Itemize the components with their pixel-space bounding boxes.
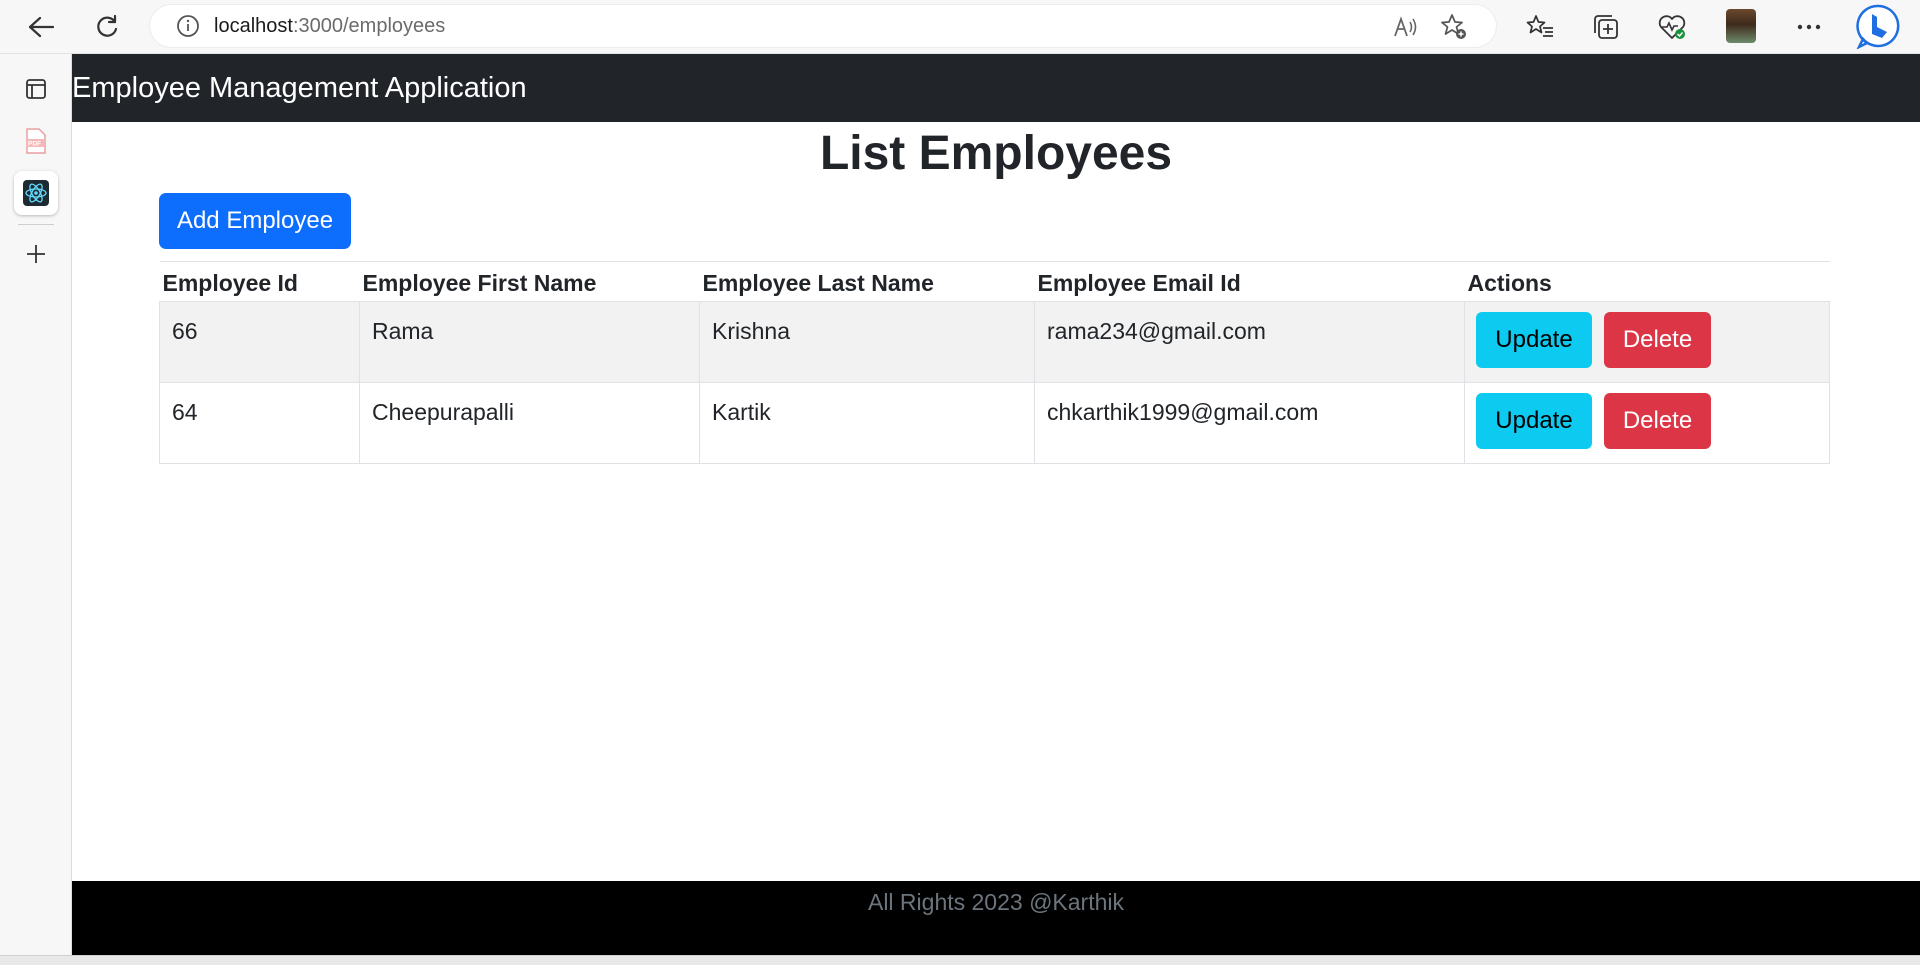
cell-email: rama234@gmail.com <box>1034 301 1465 383</box>
address-bar[interactable]: localhost:3000/employees <box>150 5 1496 47</box>
site-info-icon[interactable] <box>168 14 208 38</box>
tab-actions-icon[interactable] <box>14 67 58 111</box>
url-path: :3000/employees <box>292 14 446 37</box>
url-text[interactable]: localhost:3000/employees <box>214 15 445 38</box>
employees-table: Employee Id Employee First Name Employee… <box>159 261 1830 464</box>
app-footer: All Rights 2023 @Karthik <box>72 881 1920 957</box>
cell-last-name: Krishna <box>699 301 1035 383</box>
table-row: 66 Rama Krishna rama234@gmail.com Update… <box>159 301 1830 383</box>
back-icon[interactable] <box>22 8 60 46</box>
navbar-brand[interactable]: Employee Management Application <box>72 72 527 105</box>
header-last-name: Employee Last Name <box>699 261 1035 302</box>
update-button[interactable]: Update <box>1476 393 1592 449</box>
browser-essentials-icon[interactable] <box>1655 10 1689 44</box>
cell-employee-id: 64 <box>159 382 360 464</box>
tab-separator <box>18 224 54 225</box>
more-options-icon[interactable] <box>1792 10 1826 44</box>
collections-icon[interactable] <box>1589 10 1623 44</box>
table-header-row: Employee Id Employee First Name Employee… <box>159 261 1830 302</box>
cell-actions: Update Delete <box>1464 382 1830 464</box>
url-host: localhost <box>214 14 293 37</box>
add-employee-button[interactable]: Add Employee <box>159 193 351 249</box>
app-viewport: Employee Management Application List Emp… <box>72 54 1920 965</box>
header-actions: Actions <box>1464 261 1830 302</box>
header-email: Employee Email Id <box>1034 261 1465 302</box>
window-bottom-edge <box>0 955 1920 965</box>
profile-avatar[interactable] <box>1726 9 1756 43</box>
svg-text:PDF: PDF <box>28 141 41 148</box>
footer-text: All Rights 2023 @Karthik <box>867 889 1125 915</box>
delete-button[interactable]: Delete <box>1604 312 1711 368</box>
table-row: 64 Cheepurapalli Kartik chkarthik1999@gm… <box>159 382 1830 464</box>
delete-button[interactable]: Delete <box>1604 393 1711 449</box>
vertical-tab-strip: PDF <box>0 54 72 965</box>
react-app-tab-icon[interactable] <box>14 171 58 215</box>
refresh-icon[interactable] <box>88 8 126 46</box>
bing-chat-icon[interactable] <box>1854 2 1902 50</box>
cell-email: chkarthik1999@gmail.com <box>1034 382 1465 464</box>
cell-actions: Update Delete <box>1464 301 1830 383</box>
header-employee-id: Employee Id <box>159 261 360 302</box>
favorites-icon[interactable] <box>1523 10 1557 44</box>
pdf-tab-icon[interactable]: PDF <box>14 119 58 163</box>
new-tab-icon[interactable] <box>14 232 58 276</box>
read-aloud-icon[interactable] <box>1392 13 1420 41</box>
page-title: List Employees <box>819 127 1173 180</box>
update-button[interactable]: Update <box>1476 312 1592 368</box>
header-first-name: Employee First Name <box>359 261 700 302</box>
cell-first-name: Rama <box>359 301 700 383</box>
app-navbar: Employee Management Application <box>72 54 1920 122</box>
cell-first-name: Cheepurapalli <box>359 382 700 464</box>
cell-last-name: Kartik <box>699 382 1035 464</box>
browser-toolbar: localhost:3000/employees <box>0 0 1920 54</box>
add-favorite-icon[interactable] <box>1440 13 1468 41</box>
cell-employee-id: 66 <box>159 301 360 383</box>
